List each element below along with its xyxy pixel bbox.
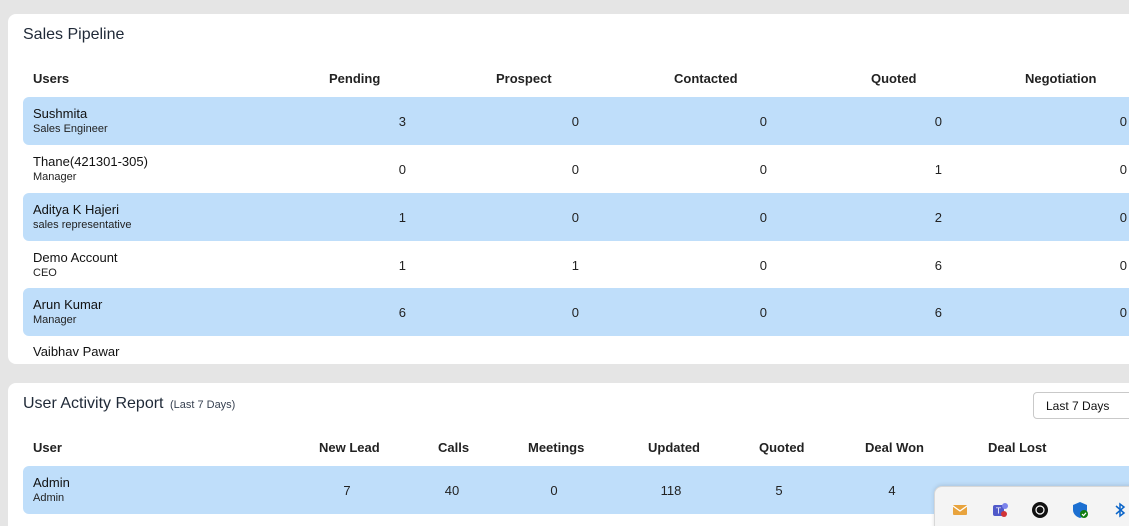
contacted-value: 0	[759, 305, 767, 320]
pending-value: 0	[398, 162, 406, 177]
partially-visible-row[interactable]: Vaibhav Pawar	[33, 344, 119, 359]
column-header-users: Users	[33, 71, 70, 86]
updated-value: 118	[660, 483, 682, 498]
quoted-value: 0	[934, 114, 942, 129]
contacted-value: 0	[759, 210, 767, 225]
table-row[interactable]: Aditya K Hajeri sales representative 1 0…	[23, 193, 1129, 241]
column-header-negotiation: Negotiation	[1025, 71, 1097, 86]
user-name: Sushmita	[33, 106, 88, 121]
report-title-text: User Activity Report	[23, 395, 164, 412]
column-header-meetings: Meetings	[528, 440, 585, 455]
pending-value: 3	[398, 114, 406, 129]
contacted-value: 0	[759, 162, 767, 177]
column-header-user: User	[33, 440, 62, 455]
user-role: Manager	[33, 314, 77, 326]
user-name: Admin	[33, 475, 70, 490]
system-tray-popup: T	[934, 486, 1129, 526]
negotiation-value: 0	[1119, 210, 1127, 225]
column-header-calls: Calls	[438, 440, 470, 455]
quoted-value: 6	[934, 305, 942, 320]
meetings-value: 0	[550, 483, 558, 498]
column-header-contacted: Contacted	[674, 71, 738, 86]
column-header-quoted: Quoted	[759, 440, 805, 455]
negotiation-value: 0	[1119, 305, 1127, 320]
quoted-value: 5	[775, 483, 783, 498]
security-icon[interactable]	[1071, 501, 1089, 519]
report-subtitle: (Last 7 Days)	[169, 399, 236, 411]
column-header-new-lead: New Lead	[319, 440, 380, 455]
negotiation-value: 0	[1119, 258, 1127, 273]
new-lead-value: 7	[343, 483, 351, 498]
user-name: Aditya K Hajeri	[33, 202, 119, 217]
prospect-value: 0	[571, 114, 579, 129]
quoted-value: 2	[934, 210, 942, 225]
date-range-select[interactable]: Last 7 Days	[1033, 392, 1129, 419]
table-row[interactable]: Arun Kumar Manager 6 0 0 6 0	[23, 288, 1129, 336]
prospect-value: 0	[571, 210, 579, 225]
user-role: Manager	[33, 171, 77, 183]
pending-value: 1	[398, 210, 406, 225]
user-activity-report-title: User Activity Report (Last 7 Days)	[23, 395, 235, 413]
negotiation-value: 0	[1119, 162, 1127, 177]
column-header-updated: Updated	[648, 440, 700, 455]
quoted-value: 6	[934, 258, 942, 273]
column-header-deal-won: Deal Won	[865, 440, 924, 455]
pending-value: 6	[398, 305, 406, 320]
quoted-value: 1	[934, 162, 942, 177]
user-role: CEO	[33, 267, 57, 279]
prospect-value: 1	[571, 258, 579, 273]
prospect-value: 0	[571, 162, 579, 177]
table-row[interactable]: Sushmita Sales Engineer 3 0 0 0 0	[23, 97, 1129, 145]
svg-text:T: T	[995, 507, 1001, 516]
user-name: Thane(421301-305)	[33, 154, 148, 169]
column-header-pending: Pending	[329, 71, 381, 86]
column-header-prospect: Prospect	[496, 71, 552, 86]
user-role: Sales Engineer	[33, 123, 108, 135]
column-header-deal-lost: Deal Lost	[988, 440, 1047, 455]
pending-value: 1	[398, 258, 406, 273]
calls-value: 40	[444, 483, 460, 498]
user-role: sales representative	[33, 219, 132, 231]
prospect-value: 0	[571, 305, 579, 320]
user-name: Demo Account	[33, 250, 118, 265]
contacted-value: 0	[759, 114, 767, 129]
deal-won-value: 4	[888, 483, 896, 498]
contacted-value: 0	[759, 258, 767, 273]
negotiation-value: 0	[1119, 114, 1127, 129]
app-icon[interactable]	[1031, 501, 1049, 519]
sales-pipeline-title: Sales Pipeline	[23, 26, 125, 43]
user-role: Admin	[33, 492, 65, 504]
mail-icon[interactable]	[951, 501, 969, 519]
teams-icon[interactable]: T	[991, 501, 1009, 519]
column-header-quoted: Quoted	[871, 71, 917, 86]
table-row[interactable]: Thane(421301-305) Manager 0 0 0 1 0	[23, 145, 1129, 193]
bluetooth-icon[interactable]	[1111, 501, 1129, 519]
sales-pipeline-card: Sales Pipeline Users Pending Prospect Co…	[8, 14, 1129, 364]
table-row[interactable]: Demo Account CEO 1 1 0 6 0	[23, 241, 1129, 289]
user-name: Arun Kumar	[33, 297, 103, 312]
